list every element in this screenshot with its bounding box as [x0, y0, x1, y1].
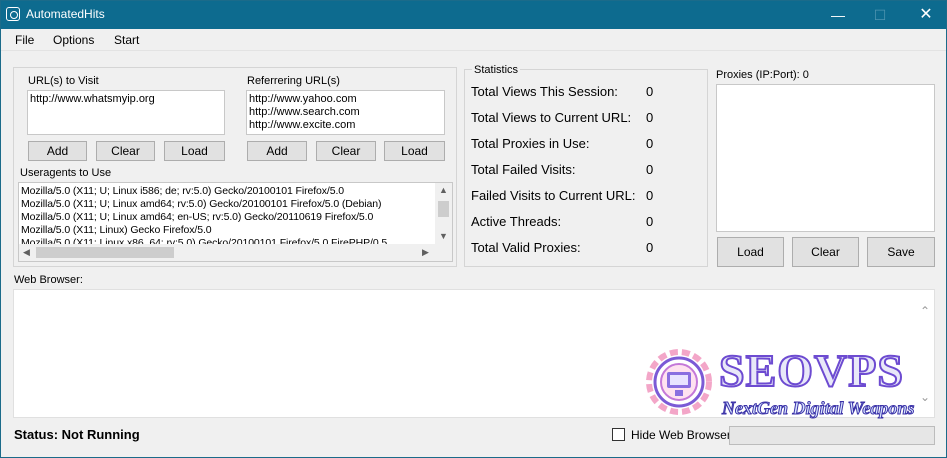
watermark-brand: SEOVPS	[718, 344, 904, 397]
proxies-textbox[interactable]	[716, 84, 935, 232]
window-title: AutomatedHits	[26, 7, 105, 21]
urls-load-button[interactable]: Load	[164, 141, 225, 161]
proxies-clear-button[interactable]: Clear	[792, 237, 859, 267]
useragents-vertical-scrollbar[interactable]: ▲ ▼	[435, 183, 452, 245]
scroll-left-icon[interactable]: ◀	[23, 247, 30, 258]
stat-label: Failed Visits to Current URL:	[471, 188, 636, 203]
seovps-watermark-logo: SEOVPS NextGen Digital Weapons	[637, 344, 933, 420]
stat-label: Total Failed Visits:	[471, 162, 576, 177]
maximize-button[interactable]: ☐	[866, 5, 894, 25]
scroll-up-icon[interactable]: ▲	[439, 185, 448, 195]
close-button[interactable]: ✕	[912, 5, 940, 25]
stat-value: 0	[646, 162, 654, 177]
referrer-label: Referrering URL(s)	[247, 75, 340, 87]
progress-bar	[729, 426, 935, 445]
stat-value: 0	[646, 136, 654, 151]
referrer-load-button[interactable]: Load	[384, 141, 445, 161]
stat-value: 0	[646, 188, 654, 203]
scroll-right-icon[interactable]: ▶	[422, 247, 429, 258]
referrer-line: http://www.excite.com	[249, 119, 356, 131]
referrer-line: http://www.yahoo.com	[249, 93, 357, 105]
stat-label: Total Proxies in Use:	[471, 136, 590, 151]
urls-add-button[interactable]: Add	[28, 141, 87, 161]
statistics-label: Statistics	[472, 64, 521, 76]
stat-value: 0	[646, 214, 654, 229]
urls-clear-button[interactable]: Clear	[96, 141, 155, 161]
hide-web-browser-label[interactable]: Hide Web Browser	[631, 428, 731, 442]
proxies-save-button[interactable]: Save	[867, 237, 935, 267]
stat-label: Total Views This Session:	[471, 84, 618, 99]
proxies-label: Proxies (IP:Port): 0	[716, 69, 809, 81]
menu-file[interactable]: File	[15, 33, 34, 47]
stat-value: 0	[646, 110, 654, 125]
proxies-load-button[interactable]: Load	[717, 237, 784, 267]
stat-value: 0	[646, 240, 654, 255]
useragent-line: Mozilla/5.0 (X11; U; Linux amd64; rv:5.0…	[21, 198, 382, 210]
chevron-up-icon[interactable]: ⌃	[920, 304, 930, 318]
scroll-thumb[interactable]	[36, 247, 174, 258]
app-icon	[6, 7, 20, 21]
scroll-down-icon[interactable]: ▼	[439, 231, 448, 241]
title-bar[interactable]: AutomatedHits — ☐ ✕	[1, 1, 946, 29]
gear-globe-icon	[646, 349, 712, 415]
stat-label: Active Threads:	[471, 214, 562, 229]
useragents-label: Useragents to Use	[20, 167, 112, 179]
useragents-horizontal-scrollbar[interactable]: ◀ ▶	[19, 244, 452, 261]
referrer-textbox[interactable]: http://www.yahoo.com http://www.search.c…	[246, 90, 445, 135]
stat-label: Total Valid Proxies:	[471, 240, 581, 255]
useragents-textbox[interactable]: Mozilla/5.0 (X11; U; Linux i586; de; rv:…	[18, 182, 453, 262]
menu-bar: File Options Start	[1, 29, 946, 51]
useragent-line: Mozilla/5.0 (X11; Linux) Gecko Firefox/5…	[21, 224, 212, 236]
menu-start[interactable]: Start	[114, 33, 139, 47]
hide-web-browser-checkbox[interactable]	[612, 428, 625, 441]
scroll-thumb[interactable]	[438, 201, 449, 217]
urls-textbox[interactable]: http://www.whatsmyip.org	[27, 90, 225, 135]
useragent-line: Mozilla/5.0 (X11; U; Linux amd64; en-US;…	[21, 211, 374, 223]
stat-value: 0	[646, 84, 654, 99]
referrer-line: http://www.search.com	[249, 106, 360, 118]
referrer-clear-button[interactable]: Clear	[316, 141, 376, 161]
watermark-tagline: NextGen Digital Weapons	[721, 398, 915, 419]
urls-label: URL(s) to Visit	[28, 75, 99, 87]
stat-label: Total Views to Current URL:	[471, 110, 632, 125]
app-window: AutomatedHits — ☐ ✕ File Options Start U…	[0, 0, 947, 458]
minimize-button[interactable]: —	[824, 5, 852, 25]
referrer-add-button[interactable]: Add	[247, 141, 307, 161]
urls-value: http://www.whatsmyip.org	[30, 93, 155, 105]
web-browser-label: Web Browser:	[14, 274, 83, 286]
status-text: Status: Not Running	[14, 427, 140, 442]
useragent-line: Mozilla/5.0 (X11; U; Linux i586; de; rv:…	[21, 185, 345, 197]
menu-options[interactable]: Options	[53, 33, 94, 47]
